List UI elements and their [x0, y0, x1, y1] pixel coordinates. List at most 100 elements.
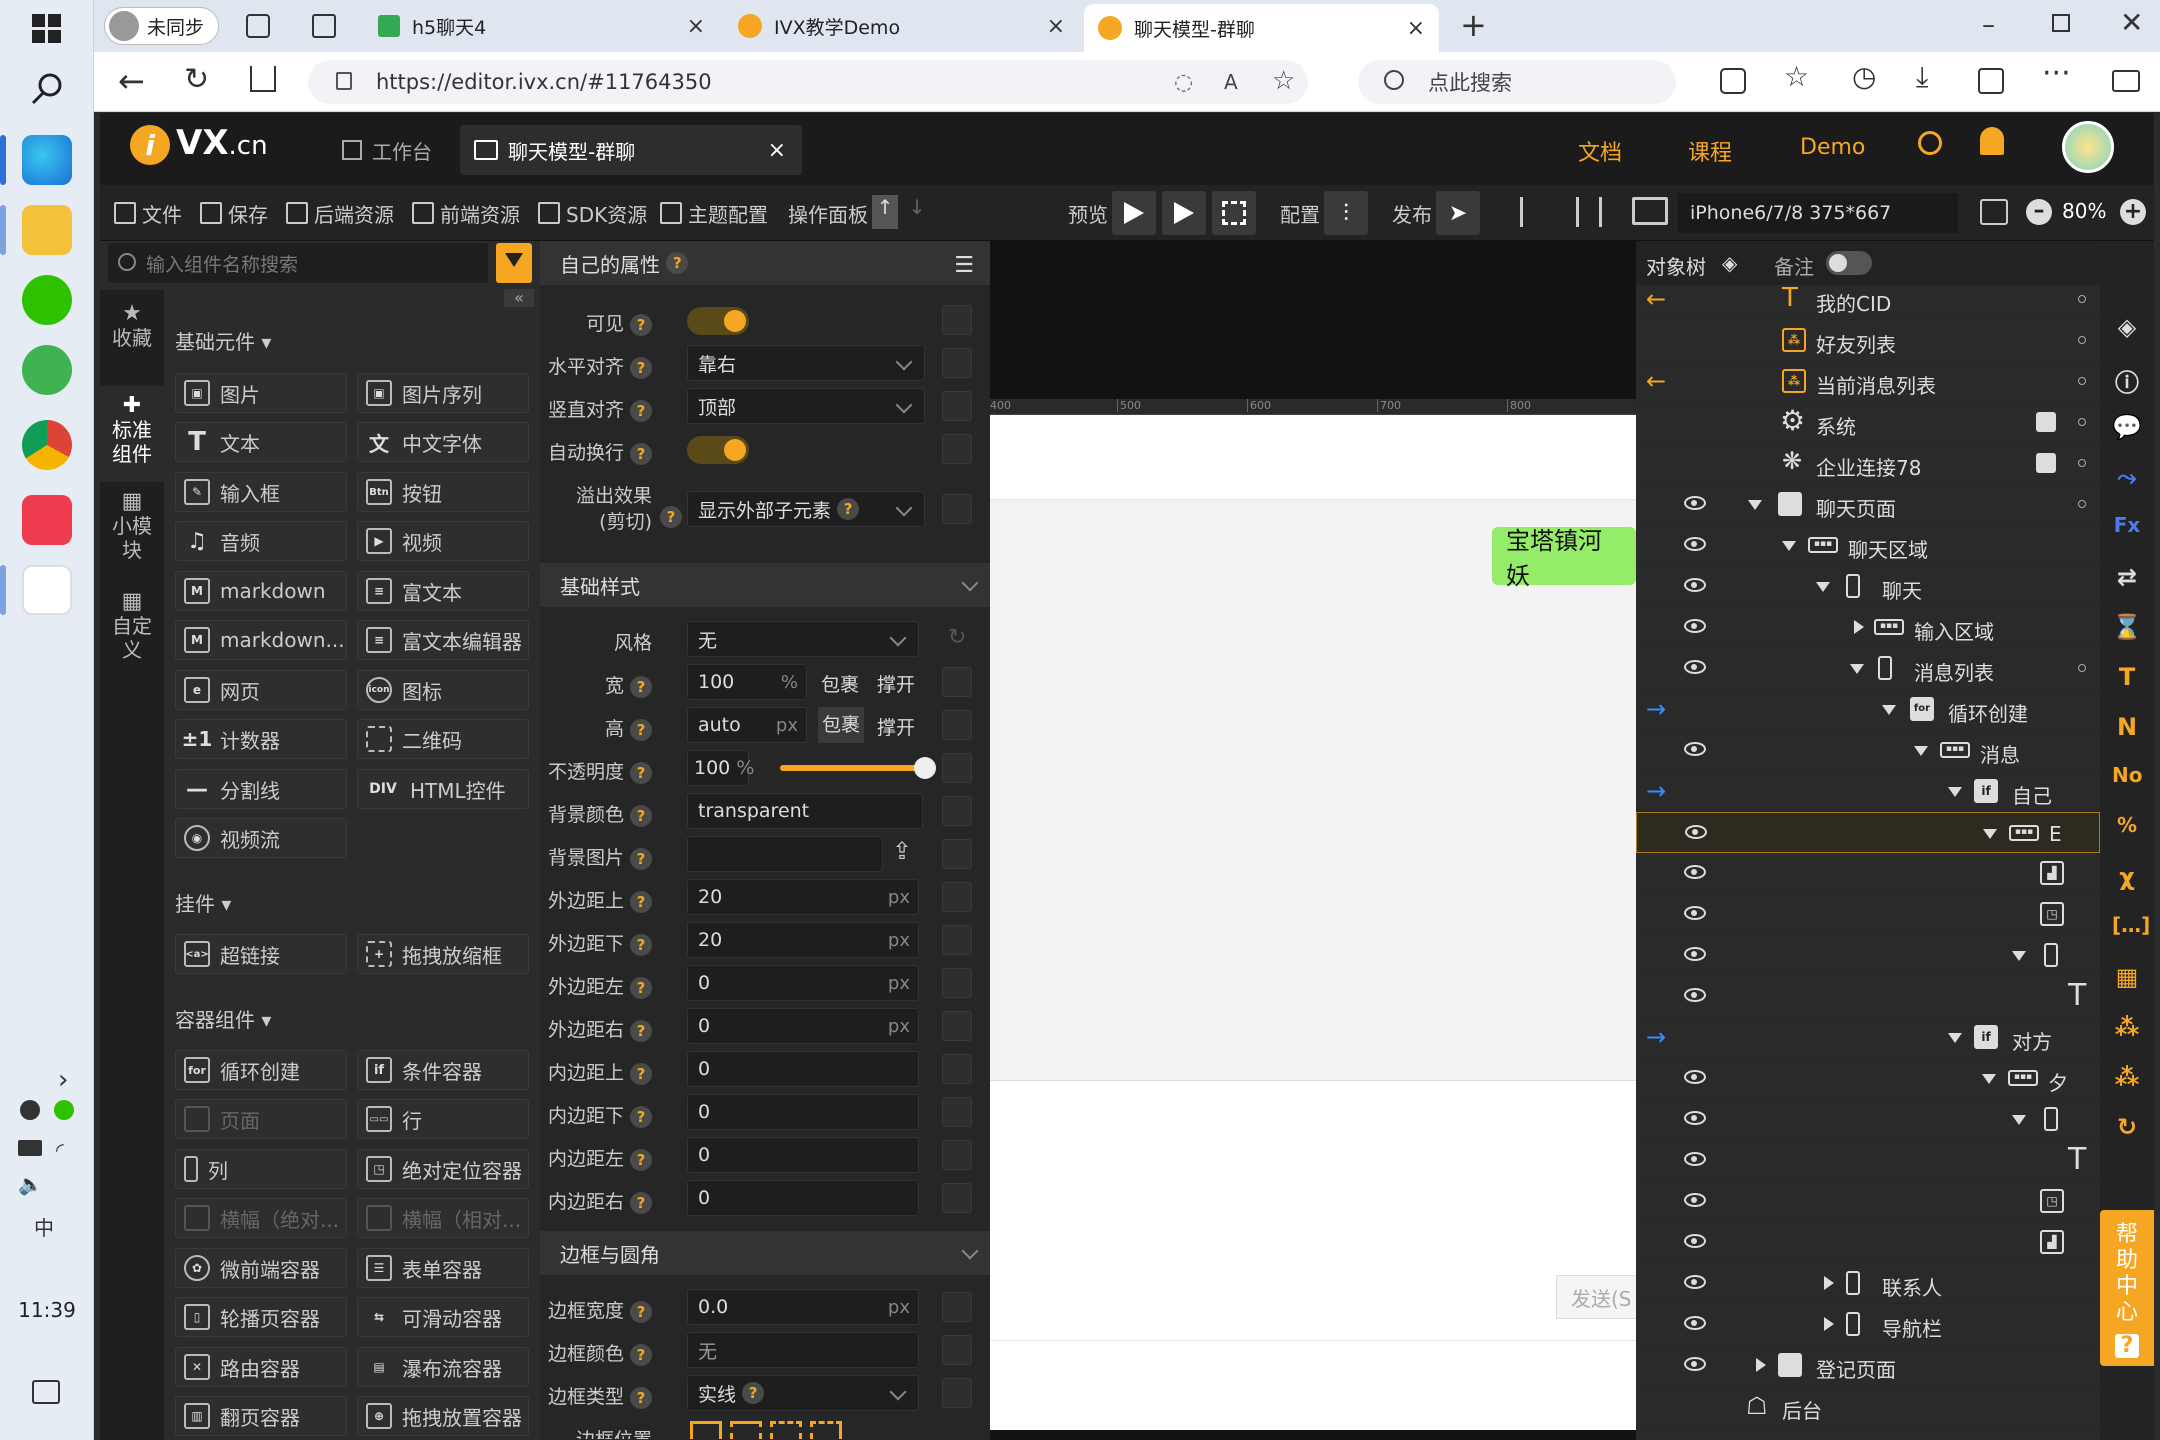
- align-icon[interactable]: [1520, 197, 1550, 227]
- reset-icon[interactable]: ↻: [948, 625, 966, 650]
- wifi-icon[interactable]: ◜: [56, 1138, 64, 1162]
- eye-icon[interactable]: [1684, 742, 1706, 756]
- x-var-icon[interactable]: χ: [2112, 863, 2142, 893]
- category-standard[interactable]: ✚ 标准组件: [100, 386, 164, 482]
- back-icon[interactable]: ←: [118, 62, 145, 100]
- eye-icon[interactable]: [1684, 1152, 1706, 1166]
- windows-start-icon[interactable]: [32, 14, 62, 44]
- tree-title[interactable]: 对象树: [1646, 251, 1706, 280]
- eye-icon[interactable]: [1684, 1234, 1706, 1248]
- opacity-slider-track[interactable]: [780, 765, 926, 771]
- copy-icon[interactable]: [942, 1183, 972, 1213]
- component-icon[interactable]: icon 图标: [357, 670, 529, 710]
- tree-row-input-area[interactable]: ▪▪▪ 输入区域: [1636, 607, 2100, 648]
- switch-icon[interactable]: ⇄: [2112, 563, 2142, 593]
- phone-page-preview[interactable]: 宝塔镇河妖 发送(S: [990, 415, 1636, 1430]
- wechat-icon[interactable]: [22, 275, 72, 325]
- chevron-right-icon[interactable]: [1756, 1358, 1766, 1372]
- tree-row-chat[interactable]: 聊天: [1636, 566, 2100, 607]
- backend-resources-button[interactable]: 后端资源: [286, 195, 394, 231]
- media-app-icon[interactable]: [22, 495, 72, 545]
- volume-icon[interactable]: 🔈: [18, 1172, 43, 1196]
- stretch-button[interactable]: 撑开: [877, 713, 915, 740]
- sdk-resources-button[interactable]: SDK资源: [538, 195, 647, 231]
- eye-icon[interactable]: [1684, 537, 1706, 551]
- tree-row-enterprise-link[interactable]: ❋ 企业连接78: [1636, 443, 2100, 484]
- tree-row-self[interactable]: → if 自己: [1636, 771, 2100, 812]
- tree-row-other-image[interactable]: ▟: [1636, 1222, 2100, 1263]
- chevron-right-icon[interactable]: [1824, 1317, 1834, 1331]
- collections-icon[interactable]: [246, 14, 270, 38]
- border-type-select[interactable]: 实线 ?: [687, 1375, 919, 1411]
- favorites-icon[interactable]: ☆: [1784, 60, 1809, 93]
- file-explorer-icon[interactable]: [22, 205, 72, 255]
- array-icon[interactable]: […]: [2112, 913, 2150, 943]
- new-tab-icon[interactable]: +: [1460, 6, 1487, 44]
- copy-icon[interactable]: [942, 1054, 972, 1084]
- close-icon[interactable]: ×: [1407, 16, 1425, 41]
- filter-button[interactable]: [496, 243, 532, 283]
- copy-icon[interactable]: [942, 1097, 972, 1127]
- halign-select[interactable]: 靠右: [687, 345, 925, 381]
- copy-icon[interactable]: [942, 305, 972, 335]
- copy-icon[interactable]: [942, 710, 972, 740]
- margin-left-input[interactable]: 0 px: [687, 965, 919, 1001]
- component-drag-resize[interactable]: + 拖拽放缩框: [357, 934, 529, 974]
- chevron-down-icon[interactable]: [1982, 1074, 1996, 1084]
- wrap-content-button[interactable]: 包裹: [821, 670, 859, 697]
- edge-browser-icon[interactable]: [22, 135, 72, 185]
- menu-icon[interactable]: ☰: [954, 253, 974, 278]
- chat-bubble-self[interactable]: 宝塔镇河妖: [1492, 527, 1636, 590]
- copy-icon[interactable]: [942, 434, 972, 464]
- tab-actions-icon[interactable]: [312, 14, 336, 38]
- screenshot-icon[interactable]: [1978, 68, 2004, 94]
- border-width-input[interactable]: 0.0 px: [687, 1289, 919, 1325]
- copy-icon[interactable]: [942, 1292, 972, 1322]
- operation-panel-button[interactable]: 操作面板: [788, 195, 868, 231]
- url-field[interactable]: https://editor.ivx.cn/#11764350 ◌ A ☆: [308, 60, 1308, 104]
- eye-icon[interactable]: [1684, 660, 1706, 674]
- send-button[interactable]: 发送(S: [1556, 1275, 1636, 1319]
- copy-icon[interactable]: [942, 753, 972, 783]
- section-containers[interactable]: 容器组件 ▾: [175, 1004, 271, 1033]
- save-button[interactable]: 保存: [200, 195, 268, 231]
- config-button[interactable]: ⫶: [1324, 191, 1368, 235]
- tree-row-other[interactable]: → if 对方: [1636, 1017, 2100, 1058]
- ime-icon[interactable]: 中: [34, 1212, 54, 1241]
- network-tray-icon[interactable]: [18, 1140, 42, 1156]
- border-position-all-icon[interactable]: [690, 1421, 722, 1439]
- component-image-seq[interactable]: ▣ 图片序列: [357, 373, 529, 413]
- demo-link[interactable]: Demo: [1800, 135, 1865, 160]
- category-custom[interactable]: ▦ 自定义: [100, 590, 164, 680]
- info-icon[interactable]: [2036, 412, 2056, 432]
- style-select[interactable]: 无: [687, 621, 919, 657]
- tree-row-friend-list[interactable]: ⁂ 好友列表: [1636, 320, 2100, 361]
- chevron-down-icon[interactable]: [1748, 500, 1762, 510]
- eye-icon[interactable]: [1684, 578, 1706, 592]
- padding-top-input[interactable]: 0: [687, 1051, 919, 1087]
- collapse-icon[interactable]: «: [504, 289, 534, 307]
- copy-icon[interactable]: [942, 796, 972, 826]
- courses-link[interactable]: 课程: [1688, 135, 1732, 167]
- tree-row-message[interactable]: ▪▪▪ 消息: [1636, 730, 2100, 771]
- chevron-right-icon[interactable]: ›: [58, 1065, 68, 1095]
- clock-time[interactable]: 11:39: [0, 1298, 94, 1322]
- component-audio[interactable]: ♫ 音频: [175, 521, 347, 561]
- more-icon[interactable]: ···: [2042, 56, 2071, 91]
- tree-row-my-cid[interactable]: ← T 我的CID: [1636, 279, 2100, 320]
- chevron-down-icon[interactable]: [1914, 746, 1928, 756]
- chat-icon[interactable]: 💬: [2112, 413, 2142, 443]
- chevron-down-icon[interactable]: [2012, 1115, 2026, 1125]
- component-absolute-container[interactable]: ◳ 绝对定位容器: [357, 1149, 529, 1189]
- copy-icon[interactable]: [942, 1335, 972, 1365]
- bg-image-input[interactable]: [687, 836, 883, 872]
- copy-icon[interactable]: [942, 1011, 972, 1041]
- component-search-input[interactable]: 输入组件名称搜索: [108, 243, 488, 283]
- db-icon[interactable]: ⁂: [2112, 1013, 2142, 1043]
- copy-icon[interactable]: [942, 667, 972, 697]
- notification-icon[interactable]: [32, 1380, 60, 1404]
- padding-left-input[interactable]: 0: [687, 1137, 919, 1173]
- close-icon[interactable]: ×: [687, 14, 705, 39]
- eye-icon[interactable]: [1684, 988, 1706, 1002]
- eye-icon[interactable]: [1684, 947, 1706, 961]
